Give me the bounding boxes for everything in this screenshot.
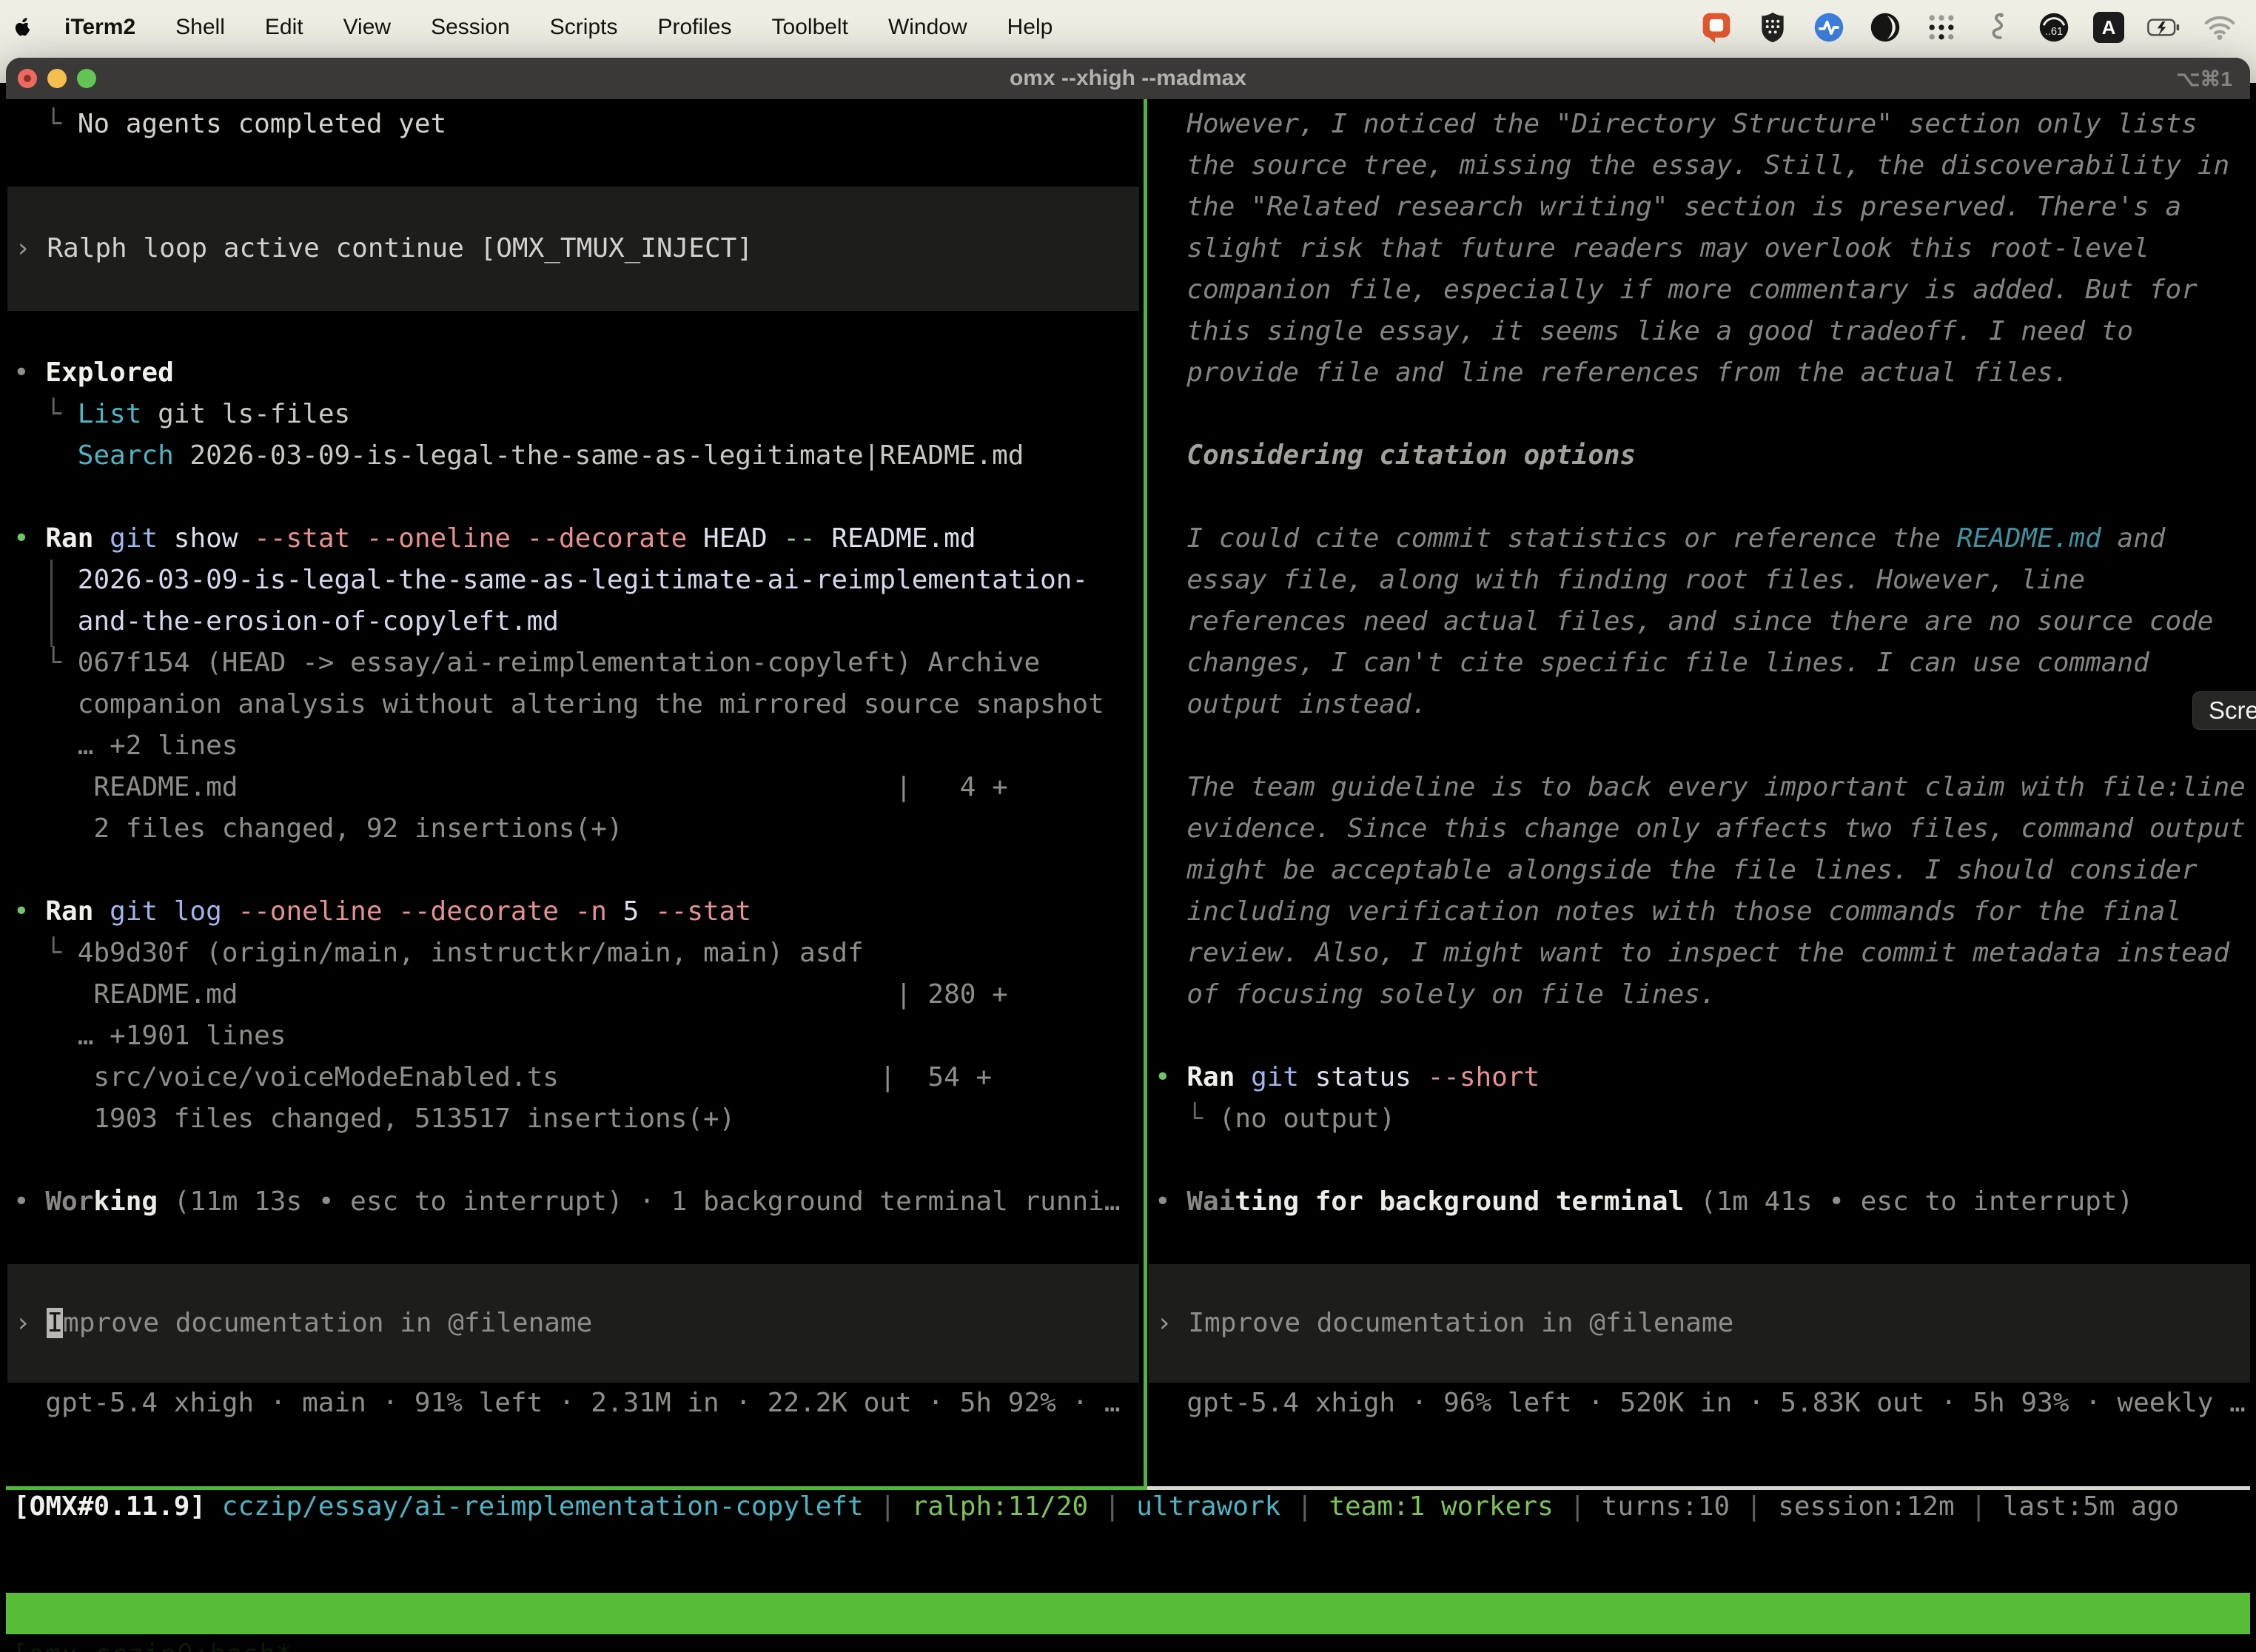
omx-status-pane: [OMX#0.11.9] cczip/essay/ai-reimplementa…	[6, 1490, 2250, 1524]
terminal-line: 1903 files changed, 513517 insertions(+)	[6, 1098, 1144, 1140]
terminal-line: gpt-5.4 xhigh · 96% left · 520K in · 5.8…	[1147, 1383, 2250, 1424]
screen-share-popup-label: Scre	[2209, 696, 2256, 724]
terminal-line: • Ran git status --short	[1147, 1057, 2250, 1098]
pulse-circle-icon[interactable]	[1812, 10, 1846, 44]
terminal-line: gpt-5.4 xhigh · main · 91% left · 2.31M …	[6, 1383, 1144, 1424]
tree-guide-line	[50, 560, 53, 647]
terminal-line: essay file, along with finding root file…	[1147, 560, 2250, 601]
menu-item-iterm2[interactable]: iTerm2	[44, 15, 155, 40]
terminal-line: output instead.	[1147, 684, 2250, 725]
right-pane[interactable]: However, I noticed the "Directory Struct…	[1147, 99, 2250, 1486]
terminal-line: • Working (11m 13s • esc to interrupt) ·…	[6, 1181, 1144, 1223]
blank-line	[1147, 725, 2250, 767]
menu-items: iTerm2ShellEditViewSessionScriptsProfile…	[44, 15, 1072, 40]
terminal-line: └ List git ls-files	[6, 394, 1144, 435]
menu-item-toolbelt[interactable]: Toolbelt	[752, 15, 868, 40]
terminal-line: and-the-erosion-of-copyleft.md	[6, 601, 1144, 642]
menu-bar: iTerm2ShellEditViewSessionScriptsProfile…	[0, 0, 2256, 55]
blank-line	[6, 311, 1144, 352]
squiggle-icon[interactable]	[1981, 10, 2015, 44]
prompt-input[interactable]: › Improve documentation in @filename	[7, 1264, 1139, 1383]
blank-line	[1147, 477, 2250, 518]
blank-line	[6, 850, 1144, 891]
terminal-line: provide file and line references from th…	[1147, 352, 2250, 394]
blank-line	[1147, 1015, 2250, 1057]
menu-item-scripts[interactable]: Scripts	[530, 15, 638, 40]
menu-item-help[interactable]: Help	[987, 15, 1073, 40]
battery-icon[interactable]	[2146, 10, 2181, 44]
apple-menu[interactable]	[0, 13, 44, 42]
iterm2-window: omx --xhigh --madmax ⌥⌘1 └ No agents com…	[6, 58, 2250, 1652]
menu-item-profiles[interactable]: Profiles	[637, 15, 751, 40]
terminal-line: Search 2026-03-09-is-legal-the-same-as-l…	[6, 435, 1144, 477]
menu-item-view[interactable]: View	[323, 15, 411, 40]
terminal-line: 2 files changed, 92 insertions(+)	[6, 808, 1144, 850]
terminal-line: references need actual files, and since …	[1147, 601, 2250, 642]
terminal-line: Considering citation options	[1147, 435, 2250, 477]
menu-item-session[interactable]: Session	[411, 15, 530, 40]
apple-icon	[10, 13, 35, 42]
window-title: omx --xhigh --madmax	[6, 66, 2250, 91]
a-key-icon[interactable]: A	[2093, 12, 2124, 43]
blank-line	[6, 1140, 1144, 1181]
terminal-line: However, I noticed the "Directory Struct…	[1147, 104, 2250, 145]
tmux-session-label: [omx-cczip0:bash*	[12, 1634, 292, 1652]
crescent-circle-icon[interactable]	[1868, 10, 1902, 44]
badge-61-icon[interactable]: ..61	[2037, 10, 2071, 44]
terminal-line: evidence. Since this change only affects…	[1147, 808, 2250, 850]
prompt-input[interactable]: › Ralph loop active continue [OMX_TMUX_I…	[7, 187, 1139, 311]
terminal-line: changes, I can't cite specific file line…	[1147, 642, 2250, 684]
screen-share-popup[interactable]: Scre	[2192, 691, 2256, 730]
terminal-line: … +2 lines	[6, 725, 1144, 767]
wifi-icon[interactable]	[2203, 10, 2237, 44]
terminal-line: └ No agents completed yet	[6, 104, 1144, 145]
tmux-status-bar: [omx-cczip0:bash* "MacBook-Pro-44.local"…	[6, 1593, 2250, 1634]
terminal-line: • Waiting for background terminal (1m 41…	[1147, 1181, 2250, 1223]
shield-grid-icon[interactable]	[1756, 10, 1790, 44]
omx-status-line: [OMX#0.11.9] cczip/essay/ai-reimplementa…	[6, 1490, 2250, 1524]
terminal-line: the source tree, missing the essay. Stil…	[1147, 145, 2250, 187]
terminal-line: this single essay, it seems like a good …	[1147, 311, 2250, 352]
svg-text:..61: ..61	[2045, 26, 2063, 38]
blank-line	[6, 1223, 1144, 1264]
terminal[interactable]: └ No agents completed yet › Ralph loop ac…	[6, 99, 2250, 1652]
chat-app-icon[interactable]	[1699, 10, 1733, 44]
terminal-line: might be acceptable alongside the file l…	[1147, 850, 2250, 891]
terminal-line: └ (no output)	[1147, 1098, 2250, 1140]
title-bar[interactable]: omx --xhigh --madmax ⌥⌘1	[6, 58, 2250, 99]
blank-line	[6, 477, 1144, 518]
left-pane[interactable]: └ No agents completed yet › Ralph loop ac…	[6, 99, 1144, 1486]
menu-item-shell[interactable]: Shell	[155, 15, 245, 40]
terminal-line: slight risk that future readers may over…	[1147, 228, 2250, 269]
blank-line	[1147, 394, 2250, 435]
terminal-line: including verification notes with those …	[1147, 891, 2250, 933]
menubar-status-icons: ..61 A	[1699, 10, 2256, 44]
terminal-line: src/voice/voiceModeEnabled.ts | 54 +	[6, 1057, 1144, 1098]
terminal-line: companion analysis without altering the …	[6, 684, 1144, 725]
terminal-line: the "Related research writing" section i…	[1147, 187, 2250, 228]
terminal-line: • Ran git show --stat --oneline --decora…	[6, 518, 1144, 560]
terminal-line: • Ran git log --oneline --decorate -n 5 …	[6, 891, 1144, 933]
terminal-line: review. Also, I might want to inspect th…	[1147, 933, 2250, 974]
window-shortcut-badge: ⌥⌘1	[2176, 67, 2232, 91]
menu-item-edit[interactable]: Edit	[245, 15, 323, 40]
terminal-line: I could cite commit statistics or refere…	[1147, 518, 2250, 560]
terminal-line: └ 067f154 (HEAD -> essay/ai-reimplementa…	[6, 642, 1144, 684]
terminal-line: README.md | 280 +	[6, 974, 1144, 1015]
blank-line	[1147, 1140, 2250, 1181]
terminal-line: └ 4b9d30f (origin/main, instructkr/main,…	[6, 933, 1144, 974]
dots-grid-icon[interactable]	[1924, 10, 1958, 44]
blank-line	[6, 145, 1144, 187]
terminal-line: • Explored	[6, 352, 1144, 394]
terminal-line: companion file, especially if more comme…	[1147, 269, 2250, 311]
menu-item-window[interactable]: Window	[868, 15, 987, 40]
terminal-line: of focusing solely on file lines.	[1147, 974, 2250, 1015]
terminal-line: README.md | 4 +	[6, 767, 1144, 808]
terminal-line: 2026-03-09-is-legal-the-same-as-legitima…	[6, 560, 1144, 601]
blank-line	[1147, 1223, 2250, 1264]
terminal-line: The team guideline is to back every impo…	[1147, 767, 2250, 808]
prompt-input[interactable]: › Improve documentation in @filename	[1149, 1264, 2250, 1383]
terminal-line: … +1901 lines	[6, 1015, 1144, 1057]
